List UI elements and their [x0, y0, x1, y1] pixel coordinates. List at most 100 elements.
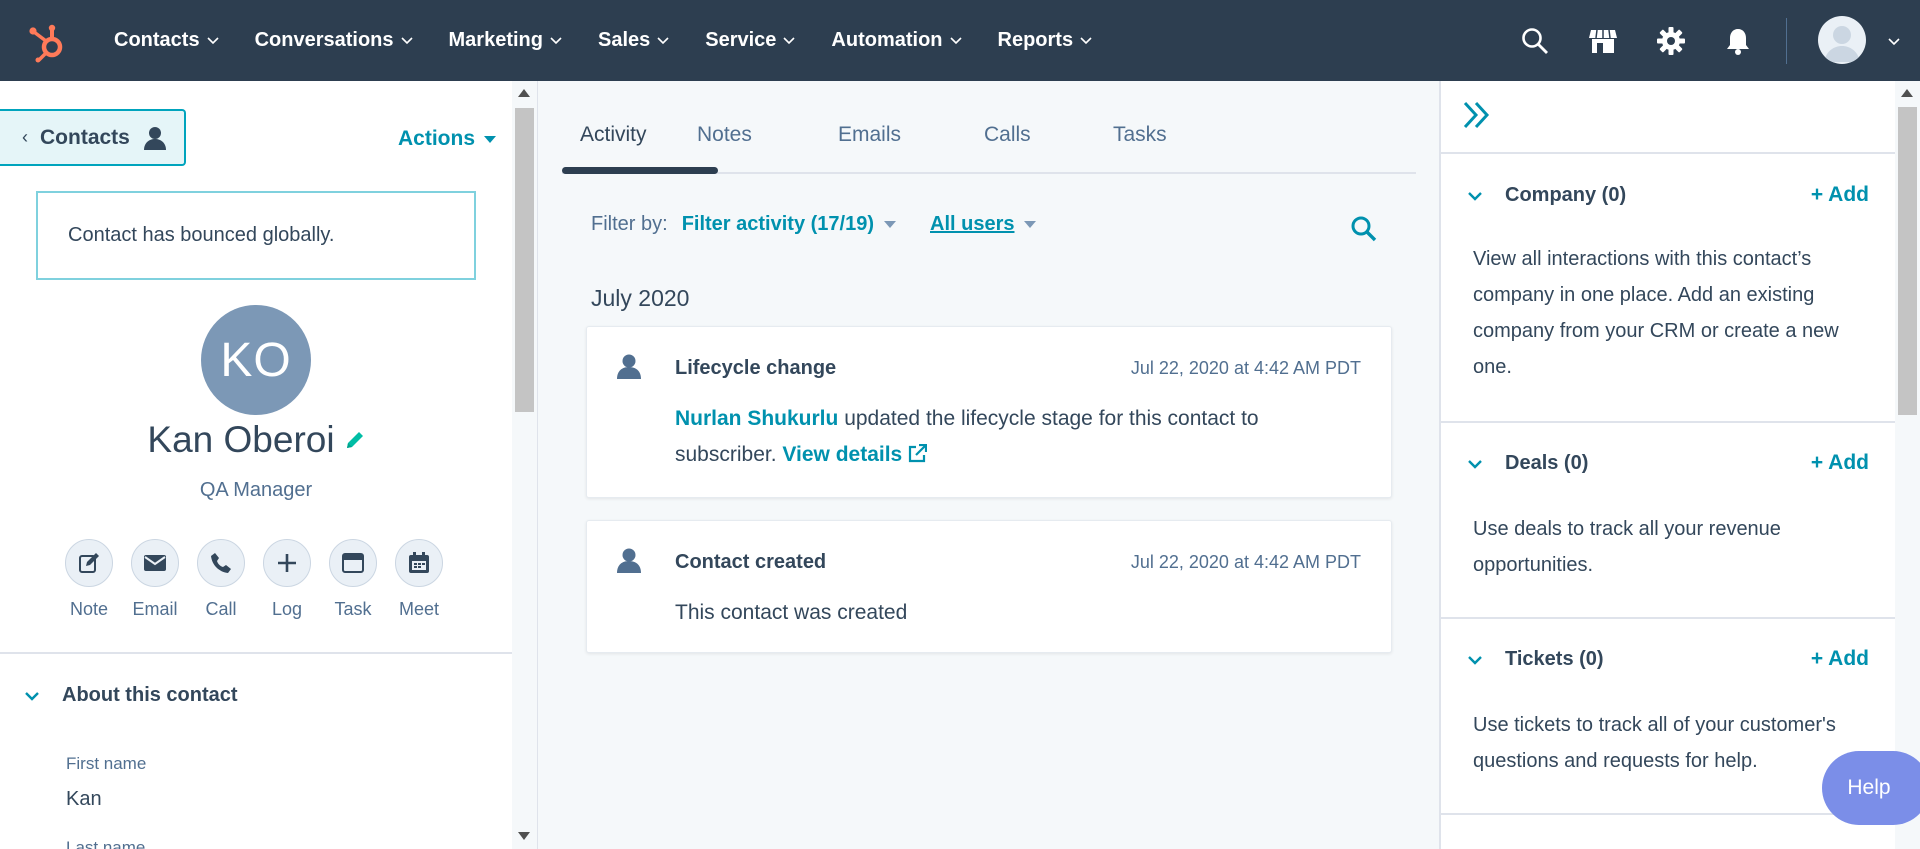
search-icon[interactable]	[1520, 26, 1550, 56]
section-description: Use tickets to track all of your custome…	[1473, 714, 1836, 772]
scroll-down-arrow-icon[interactable]	[518, 832, 530, 840]
chevron-down-icon	[949, 36, 962, 44]
chevron-down-icon	[25, 691, 39, 701]
divider	[1441, 152, 1897, 154]
note-action-button[interactable]: Note	[56, 539, 122, 620]
section-description: View all interactions with this contact’…	[1473, 248, 1839, 378]
activity-date: Jul 22, 2020 at 4:42 AM PDT	[1130, 358, 1361, 378]
filter-label: Filter by:	[591, 213, 668, 235]
chevron-down-icon	[1468, 655, 1482, 665]
action-label: Log	[271, 599, 303, 619]
chevron-down-icon	[1080, 36, 1092, 44]
view-details-link[interactable]: View details	[782, 443, 928, 466]
help-button[interactable]: Help	[1822, 751, 1920, 825]
pencil-edit-icon[interactable]	[345, 430, 365, 450]
activity-body: Nurlan Shukurlu updated the lifecycle st…	[675, 401, 1295, 473]
menu-sales[interactable]: Sales	[598, 29, 669, 52]
settings-gear-icon[interactable]	[1656, 26, 1686, 56]
contact-sidebar: ‹ Contacts Actions Contact has bounced g…	[0, 81, 512, 849]
action-label: Call	[205, 599, 237, 619]
right-scrollbar-thumb[interactable]	[1898, 107, 1917, 415]
external-link-icon	[909, 444, 928, 463]
menu-label: Service	[705, 29, 777, 51]
marketplace-icon[interactable]	[1588, 26, 1618, 56]
menu-label: Sales	[597, 29, 651, 51]
chevron-down-icon	[550, 36, 562, 44]
task-icon	[342, 553, 364, 573]
double-chevron-right-icon[interactable]	[1461, 99, 1493, 131]
about-title: About this contact	[62, 684, 238, 706]
email-action-button[interactable]: Email	[122, 539, 188, 620]
menu-conversations[interactable]: Conversations	[255, 29, 413, 52]
timeline-tabs: Activity Notes Emails Calls Tasks	[562, 81, 1416, 174]
chevron-down-icon	[1468, 191, 1482, 201]
hubspot-logo[interactable]	[26, 20, 70, 64]
divider	[1441, 421, 1897, 423]
menu-marketing[interactable]: Marketing	[449, 29, 562, 52]
deals-section-toggle[interactable]: Deals (0)	[1467, 452, 1588, 475]
bounce-alert: Contact has bounced globally.	[36, 191, 476, 280]
chevron-down-icon	[207, 36, 219, 44]
activity-timeline: Activity Notes Emails Calls Tasks Filter…	[538, 81, 1439, 849]
about-section-toggle[interactable]: About this contact	[24, 684, 238, 707]
menu-reports[interactable]: Reports	[998, 29, 1093, 52]
contact-name-row: Kan Oberoi	[0, 419, 512, 461]
section-title: Tickets (0)	[1505, 648, 1604, 670]
tab-notes[interactable]: Notes	[697, 123, 752, 147]
user-avatar[interactable]	[1818, 16, 1866, 64]
action-label: Note	[69, 599, 109, 619]
phone-icon	[211, 553, 231, 573]
add-company-button[interactable]: + Add	[1811, 183, 1869, 207]
contact-avatar: KO	[201, 305, 311, 415]
tickets-section-toggle[interactable]: Tickets (0)	[1467, 648, 1604, 671]
property-value-first-name[interactable]: Kan	[66, 788, 102, 811]
left-scrollbar-thumb[interactable]	[515, 108, 534, 412]
tab-tasks[interactable]: Tasks	[1113, 123, 1167, 147]
scroll-up-arrow-icon[interactable]	[518, 89, 530, 97]
actor-link[interactable]: Nurlan Shukurlu	[675, 407, 838, 430]
add-deal-button[interactable]: + Add	[1811, 451, 1869, 475]
log-action-button[interactable]: Log	[254, 539, 320, 620]
company-section-toggle[interactable]: Company (0)	[1467, 184, 1626, 207]
active-tab-indicator	[562, 167, 718, 174]
menu-label: Automation	[831, 29, 943, 51]
activity-date: Jul 22, 2020 at 4:42 AM PDT	[1130, 552, 1361, 572]
back-to-contacts-button[interactable]: ‹ Contacts	[0, 109, 186, 166]
notifications-bell-icon[interactable]	[1723, 26, 1753, 56]
activity-card-lifecycle[interactable]: Lifecycle change Jul 22, 2020 at 4:42 AM…	[586, 326, 1392, 498]
filter-row: Filter by: Filter activity (17/19) All u…	[591, 213, 1037, 236]
divider	[0, 652, 512, 654]
filter-activity-dropdown[interactable]: Filter activity (17/19)	[682, 213, 896, 236]
chevron-down-icon[interactable]	[1888, 38, 1900, 46]
all-users-dropdown[interactable]: All users	[930, 213, 1037, 236]
plus-icon	[278, 554, 296, 572]
divider	[1441, 617, 1897, 619]
menu-contacts[interactable]: Contacts	[114, 29, 219, 52]
activity-card-contact-created[interactable]: Contact created Jul 22, 2020 at 4:42 AM …	[586, 520, 1392, 653]
menu-service[interactable]: Service	[705, 29, 795, 52]
action-label: Email	[132, 599, 178, 619]
tab-emails[interactable]: Emails	[838, 123, 901, 147]
menu-automation[interactable]: Automation	[831, 29, 962, 52]
add-ticket-button[interactable]: + Add	[1811, 647, 1869, 671]
search-icon[interactable]	[1350, 215, 1378, 243]
chevron-down-icon	[657, 36, 669, 44]
action-label: Task	[334, 599, 372, 619]
chevron-down-icon	[783, 36, 795, 44]
activity-body: This contact was created	[675, 601, 908, 624]
meet-action-button[interactable]: Meet	[386, 539, 452, 620]
view-details-label: View details	[782, 443, 903, 466]
menu-label: Conversations	[254, 29, 394, 51]
person-icon	[143, 126, 166, 150]
filter-activity-label: Filter activity (17/19)	[681, 213, 874, 235]
month-header: July 2020	[591, 285, 690, 311]
contact-name[interactable]: Kan Oberoi	[147, 419, 334, 461]
call-action-button[interactable]: Call	[188, 539, 254, 620]
task-action-button[interactable]: Task	[320, 539, 386, 620]
tab-activity[interactable]: Activity	[580, 123, 647, 147]
scroll-up-arrow-icon[interactable]	[1901, 89, 1913, 97]
tab-calls[interactable]: Calls	[984, 123, 1031, 147]
actions-dropdown[interactable]: Actions	[398, 127, 497, 151]
actions-label: Actions	[398, 127, 476, 150]
calendar-icon	[409, 552, 429, 573]
